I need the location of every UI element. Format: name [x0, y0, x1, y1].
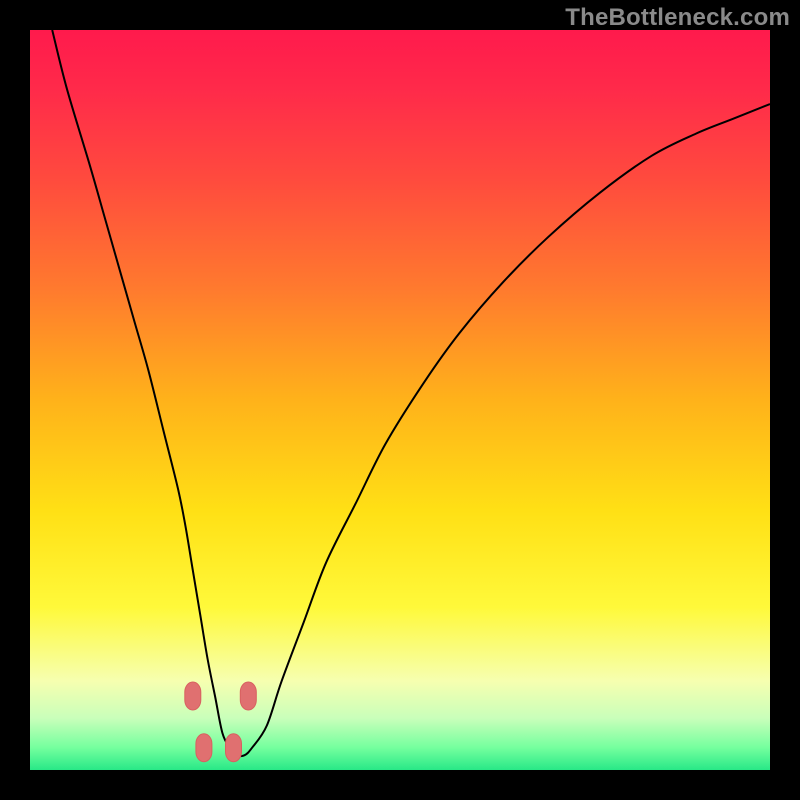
bottleneck-chart	[30, 30, 770, 770]
curve-marker	[240, 682, 256, 710]
curve-marker	[226, 734, 242, 762]
plot-area	[30, 30, 770, 770]
curve-marker	[185, 682, 201, 710]
watermark-text: TheBottleneck.com	[565, 4, 790, 32]
chart-frame: TheBottleneck.com	[0, 0, 800, 800]
gradient-background	[30, 30, 770, 770]
curve-marker	[196, 734, 212, 762]
